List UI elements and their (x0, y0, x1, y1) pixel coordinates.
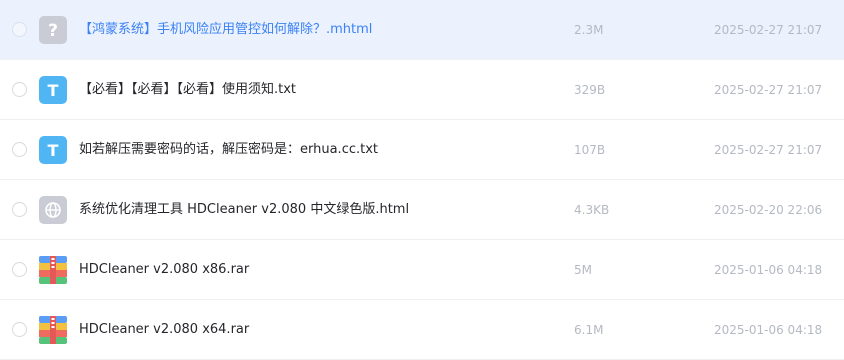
file-name[interactable]: 如若解压需要密码的话，解压密码是：erhua.cc.txt (79, 140, 378, 160)
file-row[interactable]: 系统优化清理工具 HDCleaner v2.080 中文绿色版.html 4.3… (0, 180, 844, 240)
file-row[interactable]: T 如若解压需要密码的话，解压密码是：erhua.cc.txt 107B 202… (0, 120, 844, 180)
unknown-file-icon: ? (39, 16, 67, 44)
web-file-icon (39, 196, 67, 224)
file-name[interactable]: HDCleaner v2.080 x64.rar (79, 320, 249, 340)
file-list: ? 【鸿蒙系统】手机风险应用管控如何解除？.mhtml 2.3M 2025-02… (0, 0, 844, 360)
svg-text:T: T (48, 141, 59, 160)
row-checkbox[interactable] (12, 202, 27, 217)
archive-file-icon (39, 316, 67, 344)
file-date: 2025-01-06 04:18 (714, 263, 823, 277)
file-date: 2025-02-20 22:06 (714, 203, 823, 217)
file-name[interactable]: 【必看】【必看】【必看】使用须知.txt (79, 80, 296, 100)
file-row[interactable]: HDCleaner v2.080 x64.rar 6.1M 2025-01-06… (0, 300, 844, 360)
svg-text:T: T (48, 81, 59, 100)
file-row[interactable]: T 【必看】【必看】【必看】使用须知.txt 329B 2025-02-27 2… (0, 60, 844, 120)
file-row[interactable]: ? 【鸿蒙系统】手机风险应用管控如何解除？.mhtml 2.3M 2025-02… (0, 0, 844, 60)
file-date: 2025-02-27 21:07 (714, 23, 823, 37)
file-size: 107B (574, 143, 606, 157)
row-checkbox[interactable] (12, 142, 27, 157)
file-name[interactable]: HDCleaner v2.080 x86.rar (79, 260, 249, 280)
row-checkbox[interactable] (12, 262, 27, 277)
file-size: 5M (574, 263, 592, 277)
row-checkbox[interactable] (12, 322, 27, 337)
file-row[interactable]: HDCleaner v2.080 x86.rar 5M 2025-01-06 0… (0, 240, 844, 300)
file-name[interactable]: 【鸿蒙系统】手机风险应用管控如何解除？.mhtml (79, 20, 372, 40)
file-size: 4.3KB (574, 203, 610, 217)
file-date: 2025-01-06 04:18 (714, 323, 823, 337)
row-checkbox[interactable] (12, 22, 27, 37)
file-size: 329B (574, 83, 606, 97)
text-file-icon: T (39, 76, 67, 104)
file-date: 2025-02-27 21:07 (714, 143, 823, 157)
file-size: 2.3M (574, 23, 604, 37)
row-checkbox[interactable] (12, 82, 27, 97)
file-date: 2025-02-27 21:07 (714, 83, 823, 97)
svg-text:?: ? (48, 21, 58, 41)
file-size: 6.1M (574, 323, 604, 337)
file-name[interactable]: 系统优化清理工具 HDCleaner v2.080 中文绿色版.html (79, 200, 409, 220)
archive-file-icon (39, 256, 67, 284)
text-file-icon: T (39, 136, 67, 164)
